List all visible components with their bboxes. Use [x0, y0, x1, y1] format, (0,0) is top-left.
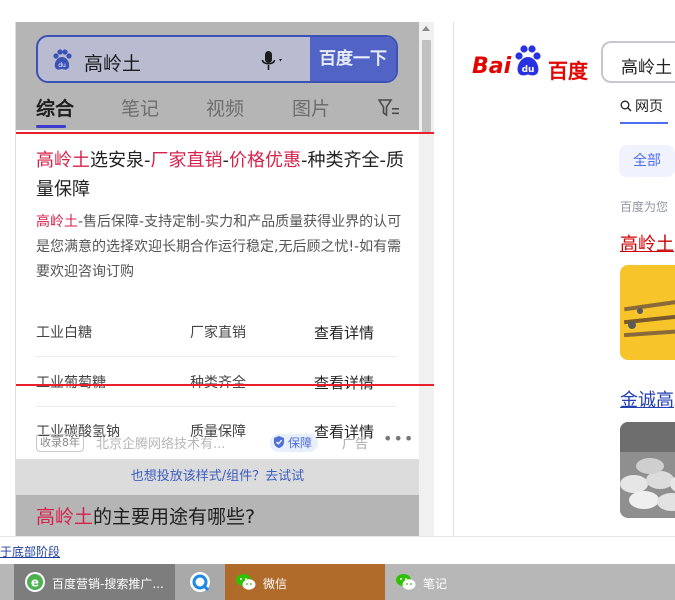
service-feature: 种类齐全	[190, 375, 246, 391]
ad-desc-text: -售后保障-支持定制-实力和产品质量获得业界的认可是您满意的选择欢迎长期合作运行…	[36, 214, 402, 280]
browser-icon: e	[25, 572, 45, 592]
tab-web-underline	[620, 122, 668, 124]
result-thumbnail[interactable]	[620, 265, 675, 360]
service-row: 工业白糖 厂家直销 查看详情	[36, 308, 396, 356]
status-strip: 于底部阶段	[0, 536, 675, 564]
taskbar: e 百度营销-搜索推广... 微信 笔记	[0, 564, 675, 600]
service-row: 工业葡萄糖 种类齐全 查看详情	[36, 358, 396, 406]
next-result-highlight: 高岭土	[36, 506, 94, 528]
ad-description: 高岭土-售后保障-支持定制-实力和产品质量获得业界的认可是您满意的选择欢迎长期合…	[36, 210, 406, 285]
tab-all[interactable]: 综合	[36, 94, 74, 121]
next-result-title[interactable]: 高岭土的主要用途有哪些?	[36, 502, 255, 529]
logo-latin: Bai	[472, 54, 512, 79]
service-product: 工业白糖	[36, 325, 92, 341]
ad-title[interactable]: 高岭土选安泉-厂家直销-价格优惠-种类齐全-质量保障	[36, 146, 406, 204]
ad-title-part: 价格优惠	[229, 150, 301, 171]
baidu-logo[interactable]: Bai du 百度	[472, 44, 588, 83]
filter-all-button[interactable]: 全部	[619, 145, 675, 177]
baidu-paw-icon: du	[515, 45, 541, 76]
microphone-icon[interactable]	[260, 49, 286, 73]
service-feature: 厂家直销	[190, 325, 246, 341]
service-detail-link[interactable]: 查看详情	[314, 372, 374, 393]
svg-text:du: du	[58, 62, 66, 69]
index-years-badge: 收录8年	[36, 434, 84, 452]
taskbar-item-browser[interactable]: e 百度营销-搜索推广...	[14, 564, 175, 600]
taskbar-item-app[interactable]	[175, 564, 225, 600]
result-thumbnail[interactable]	[620, 422, 675, 518]
tab-images[interactable]: 图片	[292, 94, 330, 121]
mobile-preview: du 高岭土 百度一下 综合 笔记 视频 图片 高岭土选安泉-厂家直销-价格优惠…	[15, 22, 434, 536]
ad-footer: 收录8年 北京企腾网络技术有... 保障 广告 •••	[36, 429, 413, 454]
desktop-preview: Bai du 百度 高岭土 网页 全部 百度为您 高岭土 金诚高	[453, 22, 675, 536]
tools-image	[623, 298, 675, 338]
next-result-rest: 的主要用途有哪些?	[93, 506, 256, 528]
result-link[interactable]: 高岭土	[620, 230, 674, 256]
taskbar-label: 笔记	[423, 577, 448, 591]
taskbar-item-wechat[interactable]: 微信	[225, 564, 385, 600]
tab-active-underline	[36, 125, 66, 128]
tab-notes[interactable]: 笔记	[121, 94, 159, 121]
wechat-icon	[396, 574, 416, 590]
screen: du 高岭土 百度一下 综合 笔记 视频 图片 高岭土选安泉-厂家直销-价格优惠…	[0, 0, 675, 600]
guarantee-label: 保障	[288, 436, 313, 450]
mobile-header: du 高岭土 百度一下 综合 笔记 视频 图片	[16, 22, 419, 130]
ad-result-card: 高岭土选安泉-厂家直销-价格优惠-种类齐全-质量保障 高岭土-售后保障-支持定制…	[16, 130, 419, 460]
wechat-icon	[236, 574, 256, 590]
tab-web-label: 网页	[635, 99, 663, 115]
scroll-thumb[interactable]	[422, 40, 431, 132]
svg-text:e: e	[31, 576, 39, 590]
guarantee-badge[interactable]: 保障	[270, 434, 319, 452]
result-note: 百度为您	[620, 200, 669, 214]
search-icon	[620, 100, 632, 112]
more-options-icon[interactable]: •••	[383, 429, 414, 448]
advertiser-name[interactable]: 北京企腾网络技术有...	[96, 433, 256, 452]
q-app-icon	[190, 572, 210, 592]
scroll-up-icon[interactable]	[422, 26, 430, 31]
result-link[interactable]: 金诚高	[620, 386, 674, 412]
taskbar-label: 百度营销-搜索推广...	[52, 577, 164, 591]
logo-chinese: 百度	[548, 59, 588, 83]
vertical-scrollbar[interactable]	[419, 22, 434, 536]
tab-web[interactable]: 网页	[620, 96, 663, 116]
tab-video[interactable]: 视频	[206, 94, 244, 121]
ad-title-part: 选安泉-	[90, 150, 151, 171]
mobile-search-box[interactable]: du 高岭土 百度一下	[36, 35, 398, 83]
mobile-tabs: 综合 笔记 视频 图片	[16, 94, 419, 128]
ad-desc-highlight: 高岭土	[36, 214, 78, 230]
service-detail-link[interactable]: 查看详情	[314, 322, 374, 343]
warehouse-image	[620, 422, 675, 511]
ad-label: 广告	[342, 437, 369, 452]
mobile-search-button[interactable]: 百度一下	[310, 37, 396, 81]
service-product: 工业葡萄糖	[36, 375, 106, 391]
desktop-search-box[interactable]: 高岭土	[601, 41, 675, 83]
try-placement-link[interactable]: 也想投放该样式/组件？去试试	[16, 459, 419, 495]
desktop-search-query: 高岭土	[621, 58, 672, 78]
taskbar-label: 微信	[263, 577, 288, 591]
taskbar-item-notes[interactable]: 笔记	[385, 564, 545, 600]
logo-paw-text: du	[522, 65, 535, 75]
filter-icon[interactable]	[378, 98, 400, 118]
service-divider	[36, 356, 396, 357]
mobile-search-query: 高岭土	[84, 53, 142, 75]
ad-title-part: 高岭土	[36, 150, 90, 171]
shield-check-icon	[274, 436, 284, 448]
baidu-paw-icon: du	[53, 49, 72, 70]
ad-title-part: 厂家直销	[150, 150, 223, 171]
status-link[interactable]: 于底部阶段	[0, 543, 60, 560]
